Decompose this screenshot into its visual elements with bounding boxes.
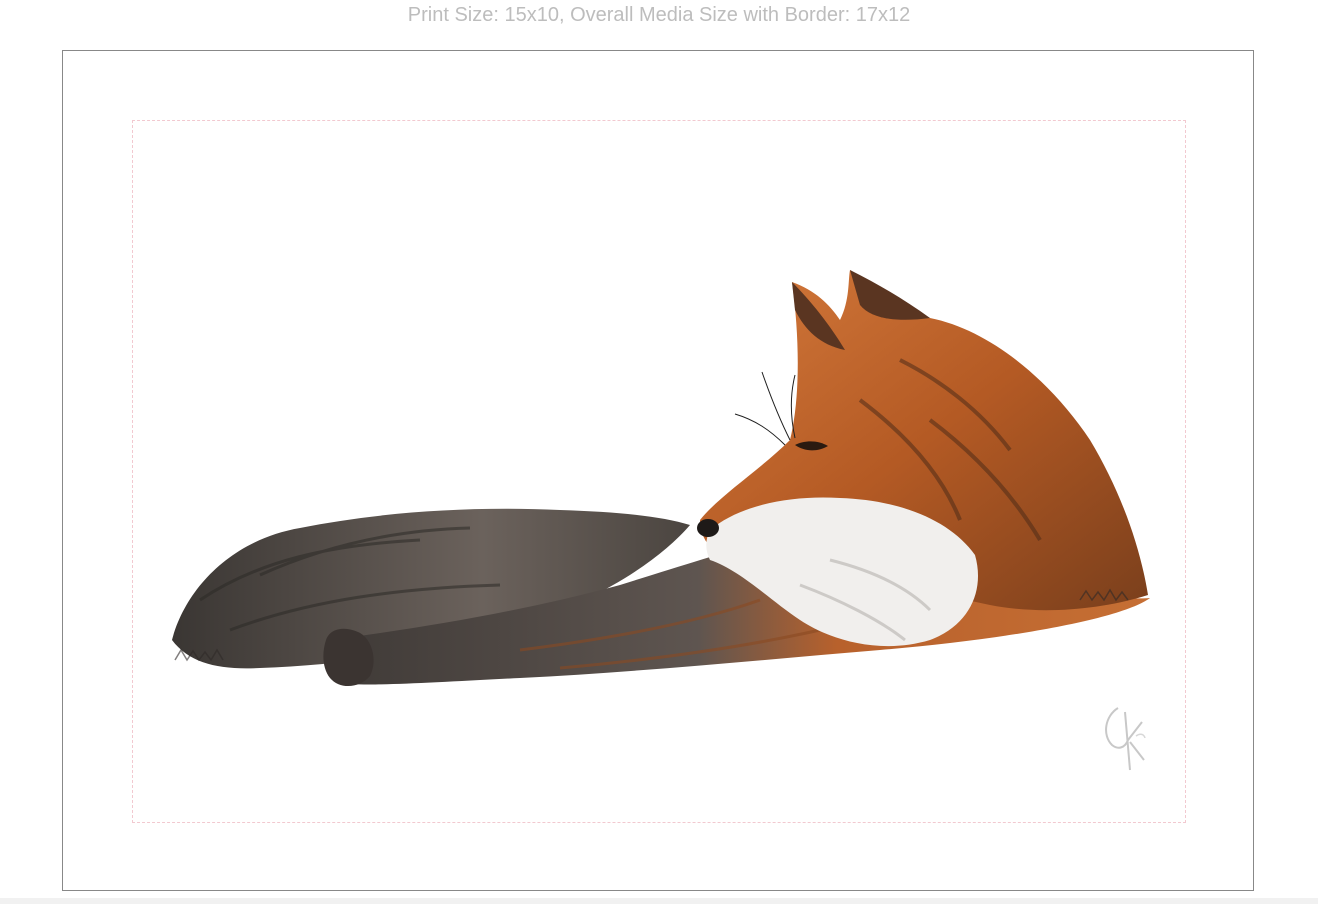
window-bottom-edge <box>0 898 1318 904</box>
artist-signature <box>1105 707 1146 771</box>
